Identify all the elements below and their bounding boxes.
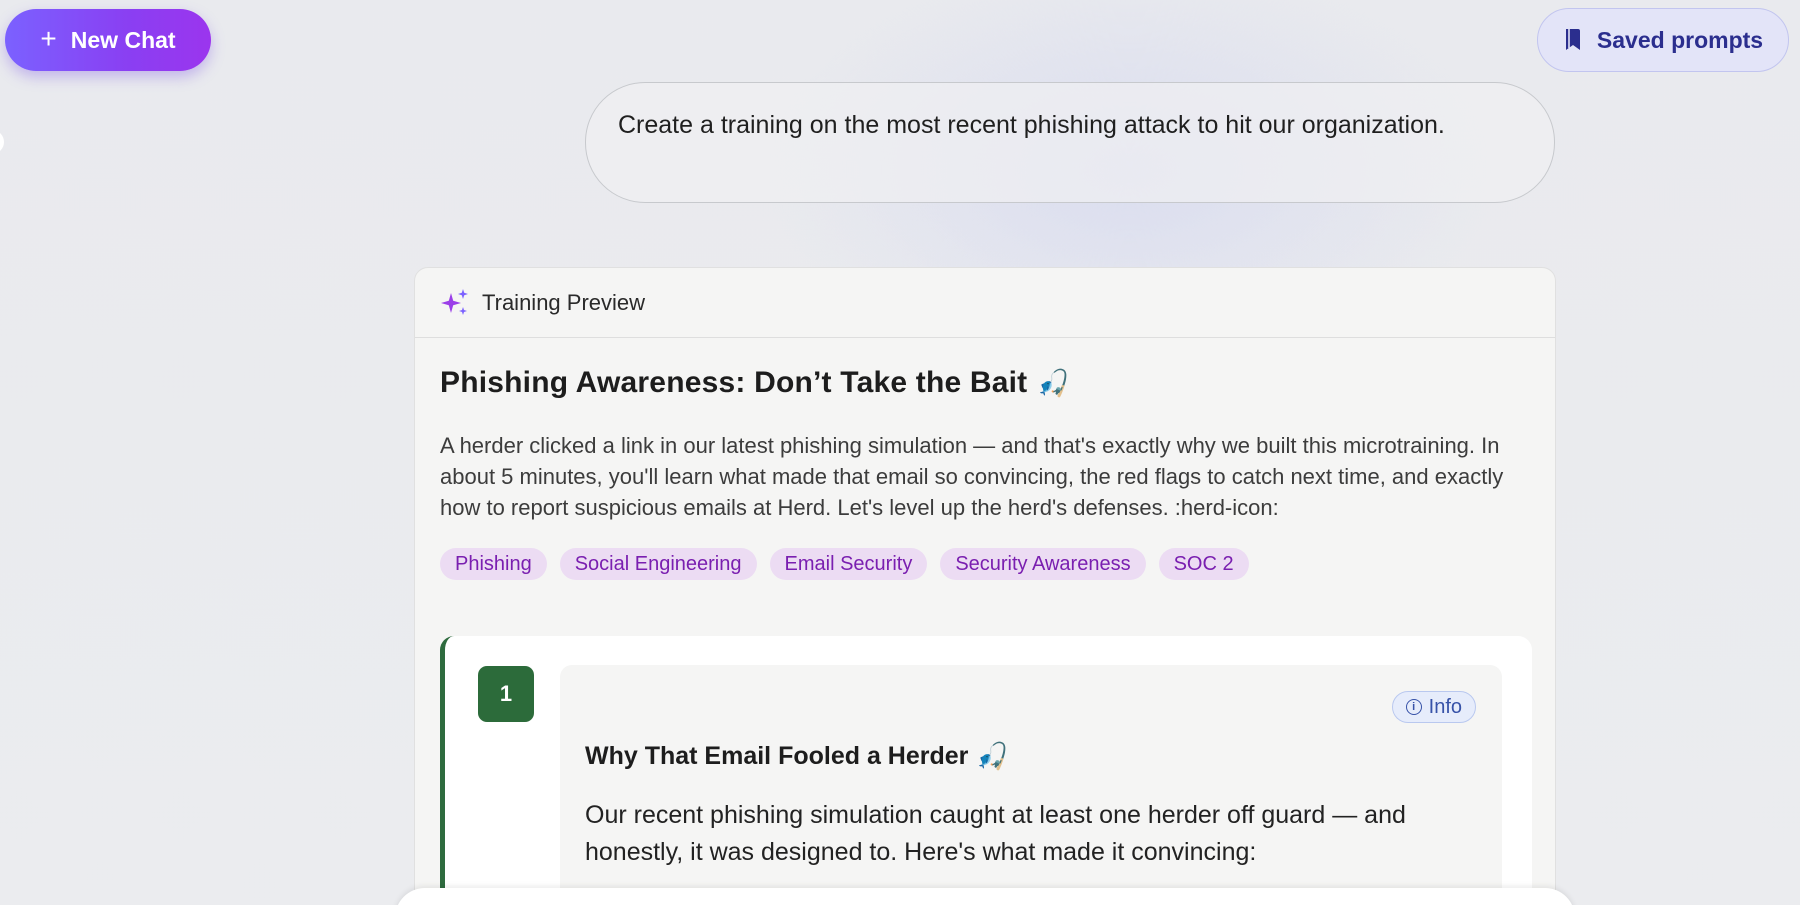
tag-social-engineering: Social Engineering <box>559 548 757 580</box>
new-chat-label: New Chat <box>70 26 176 53</box>
info-badge-label: Info <box>1428 695 1462 718</box>
plus-icon: + <box>40 23 57 54</box>
training-preview-header: Training Preview <box>415 268 1555 338</box>
user-message-text: Create a training on the most recent phi… <box>618 111 1445 139</box>
training-preview-label: Training Preview <box>482 289 646 315</box>
training-preview-card: Training Preview Phishing Awareness: Don… <box>414 267 1556 905</box>
user-message-bubble: Create a training on the most recent phi… <box>585 82 1555 203</box>
tag-security-awareness: Security Awareness <box>940 548 1146 580</box>
saved-prompts-label: Saved prompts <box>1596 26 1764 53</box>
tag-email-security: Email Security <box>769 548 928 580</box>
bookmark-icon <box>1563 28 1583 52</box>
step-body-text: Our recent phishing simulation caught at… <box>585 801 1406 866</box>
step-title-text: Why That Email Fooled a Herder <box>585 742 969 770</box>
sidebar-handle[interactable] <box>0 130 4 154</box>
saved-prompts-button[interactable]: Saved prompts <box>1537 8 1789 72</box>
step-number-badge: 1 <box>478 666 534 722</box>
training-title: Phishing Awareness: Don’t Take the Bait … <box>440 366 1530 400</box>
fishing-pole-icon: 🎣 <box>1037 367 1070 398</box>
training-description: A herder clicked a link in our latest ph… <box>440 433 1504 520</box>
training-step-1: 1 i Info Why That Email Fooled a Herder … <box>440 636 1532 905</box>
fishing-pole-icon: 🎣 <box>976 741 1009 771</box>
info-badge[interactable]: i Info <box>1391 691 1476 723</box>
training-title-text: Phishing Awareness: Don’t Take the Bait <box>440 366 1028 399</box>
tag-list: Phishing Social Engineering Email Securi… <box>440 548 1530 580</box>
sparkle-icon <box>440 288 470 318</box>
step-content: i Info Why That Email Fooled a Herder 🎣 … <box>560 665 1502 905</box>
info-icon: i <box>1405 699 1422 715</box>
tag-soc-2: SOC 2 <box>1158 548 1249 580</box>
step-title: Why That Email Fooled a Herder 🎣 <box>585 741 1009 772</box>
new-chat-button[interactable]: + New Chat <box>5 9 211 71</box>
message-composer[interactable] <box>395 888 1575 905</box>
tag-phishing: Phishing <box>440 548 547 580</box>
